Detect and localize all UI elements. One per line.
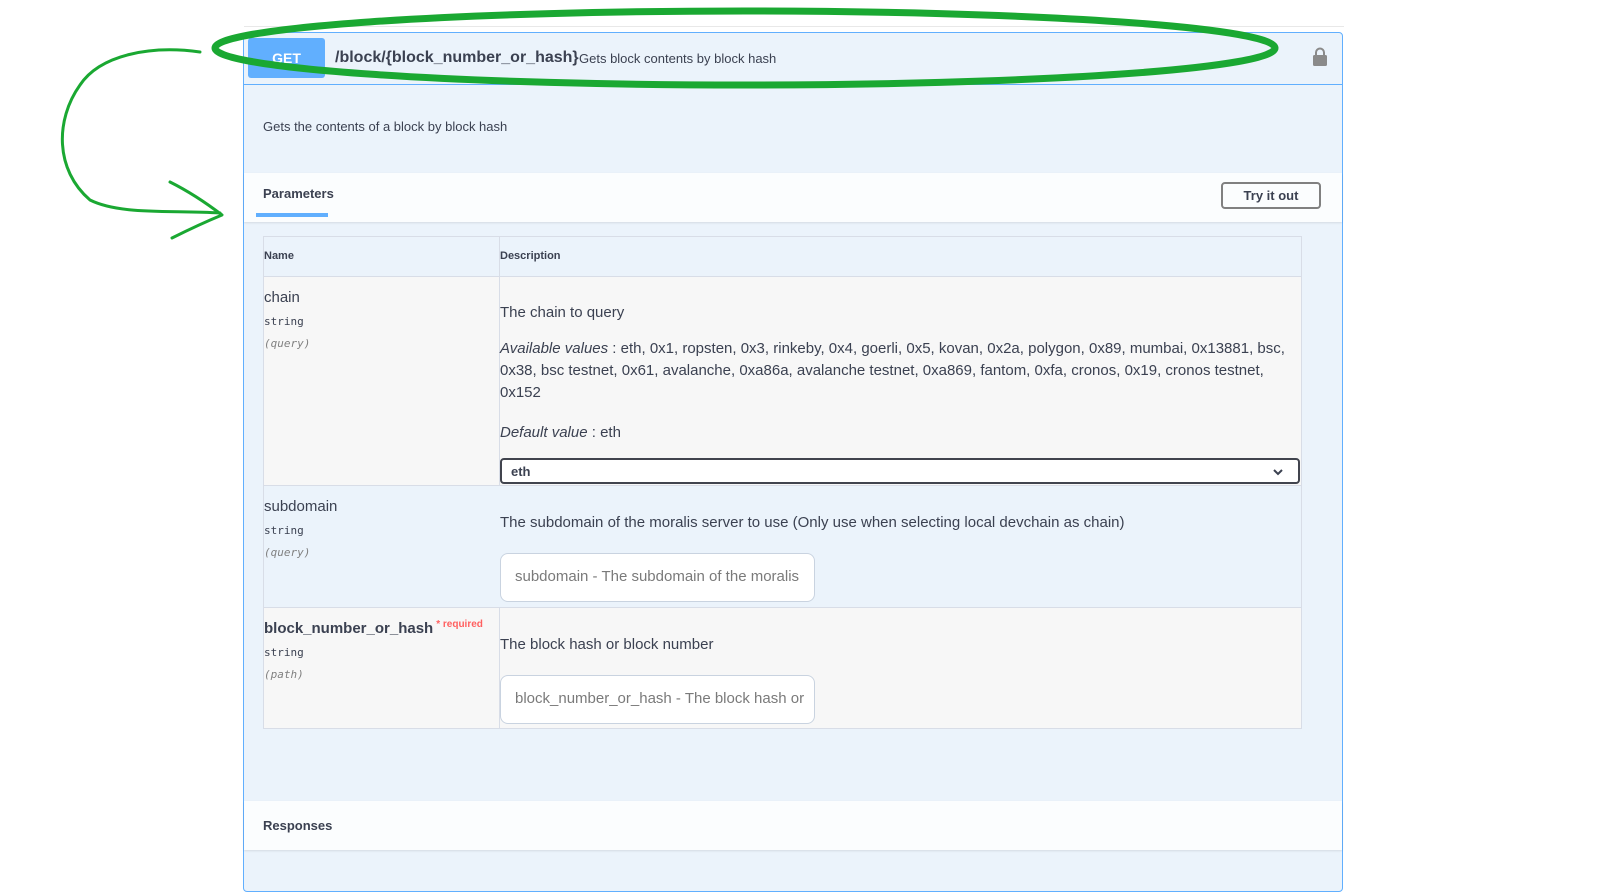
top-divider <box>244 26 1344 27</box>
table-row: chain string (query) The chain to query … <box>264 277 1301 486</box>
column-header-name: Name <box>264 250 294 262</box>
column-header-description: Description <box>500 250 561 262</box>
table-header: Name Description <box>264 237 1301 277</box>
table-row: block_number_or_hash * required string (p… <box>264 608 1301 728</box>
default-value-label: Default value <box>500 424 588 441</box>
param-name: subdomain <box>264 498 338 515</box>
chevron-down-icon <box>1273 469 1283 476</box>
subdomain-input[interactable]: subdomain - The subdomain of the moralis <box>500 553 815 602</box>
param-name: block_number_or_hash * required <box>264 619 483 637</box>
annotation-arrowhead <box>168 180 224 240</box>
param-name: chain <box>264 289 300 306</box>
table-row: subdomain string (query) The subdomain o… <box>264 486 1301 608</box>
parameters-header: Parameters Try it out <box>244 173 1342 222</box>
tab-parameters[interactable]: Parameters <box>263 186 334 201</box>
param-in: (query) <box>264 337 311 350</box>
default-value-text: : eth <box>587 424 621 441</box>
param-in: (query) <box>264 546 311 559</box>
param-in: (path) <box>264 668 304 681</box>
operation-block: GET /block/{block_number_or_hash} Gets b… <box>243 32 1343 892</box>
tab-active-indicator <box>256 213 328 217</box>
method-badge: GET <box>248 38 325 78</box>
param-name-text: block_number_or_hash <box>264 620 434 637</box>
available-values: Available values : eth, 0x1, ropsten, 0x… <box>500 338 1295 404</box>
default-value: Default value : eth <box>500 424 621 441</box>
available-values-label: Available values <box>500 340 609 357</box>
param-description: The chain to query <box>500 304 625 321</box>
annotation-arrow <box>60 48 222 215</box>
operation-description: Gets the contents of a block by block ha… <box>263 119 508 134</box>
responses-title: Responses <box>263 818 333 833</box>
lock-icon[interactable] <box>1312 47 1328 67</box>
required-mark: * required <box>436 619 483 630</box>
param-type: string <box>264 524 304 537</box>
chain-select-value: eth <box>511 464 531 479</box>
available-values-list: : eth, 0x1, ropsten, 0x3, rinkeby, 0x4, … <box>500 340 1285 401</box>
endpoint-path: /block/{block_number_or_hash} <box>335 49 579 66</box>
param-description: The block hash or block number <box>500 636 714 653</box>
param-type: string <box>264 646 304 659</box>
param-type: string <box>264 315 304 328</box>
chain-select[interactable]: eth <box>500 458 1300 484</box>
try-it-out-button[interactable]: Try it out <box>1221 182 1321 209</box>
block-number-or-hash-input[interactable]: block_number_or_hash - The block hash or <box>500 675 815 724</box>
param-description: The subdomain of the moralis server to u… <box>500 514 1125 531</box>
operation-summary[interactable]: GET /block/{block_number_or_hash} Gets b… <box>244 33 1342 85</box>
parameters-table: Name Description chain string (query) Th… <box>263 236 1302 729</box>
summary-description: Gets block contents by block hash <box>579 51 777 66</box>
responses-header: Responses <box>244 801 1342 850</box>
